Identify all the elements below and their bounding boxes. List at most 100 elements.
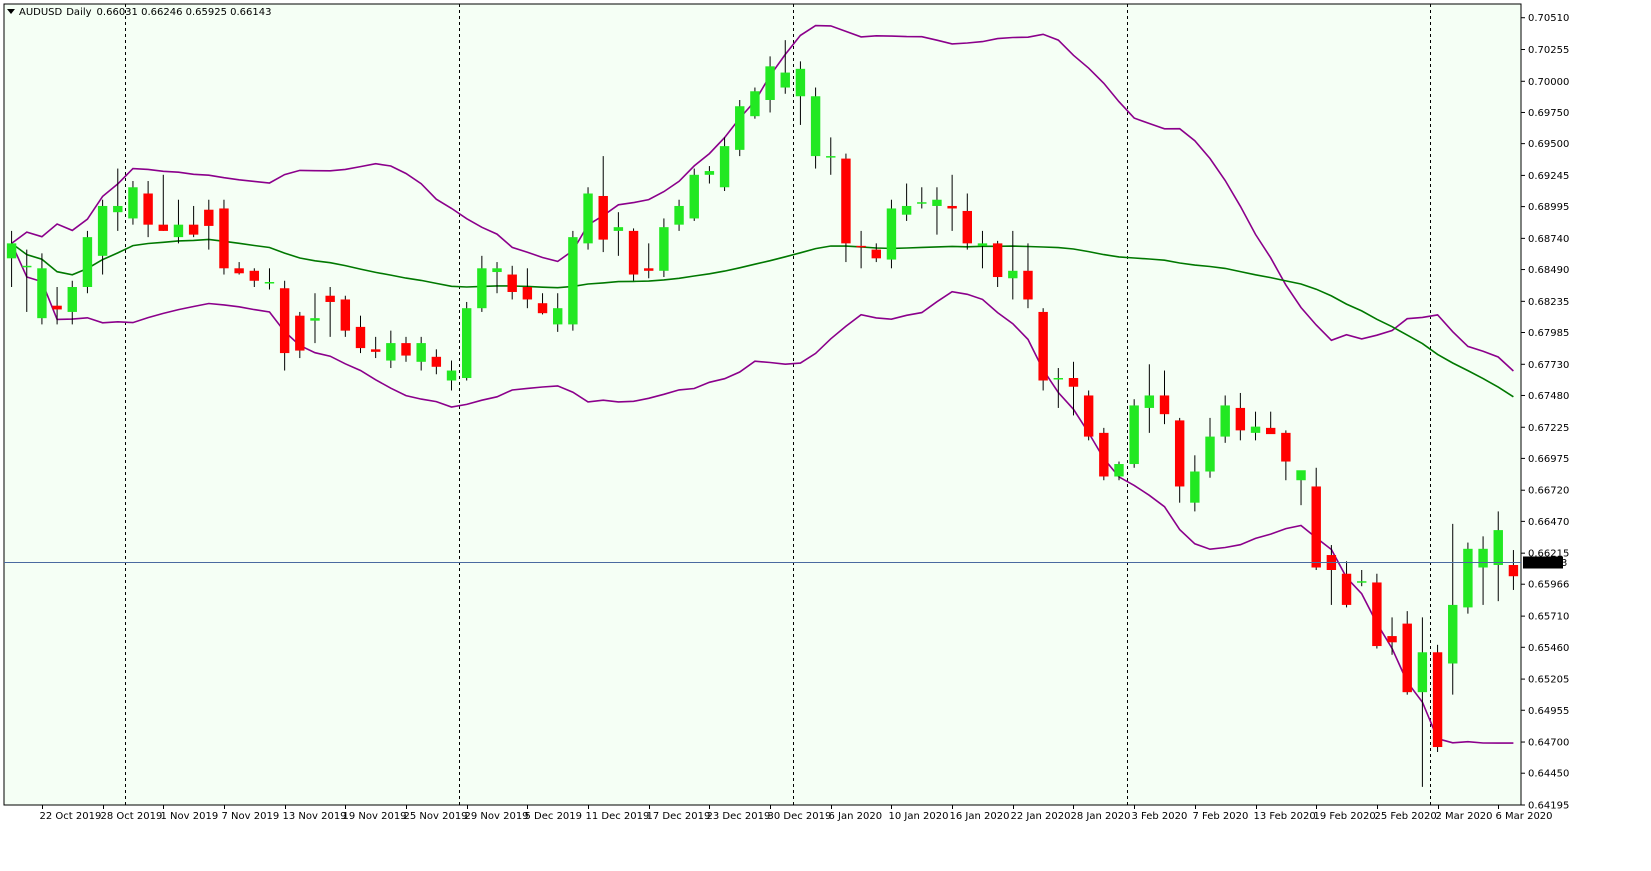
- candle[interactable]: [750, 87, 760, 119]
- candle-body-bull: [128, 187, 138, 219]
- candle-body-bull: [492, 268, 502, 273]
- candle-body-bear: [1083, 395, 1094, 437]
- candle[interactable]: [689, 168, 699, 221]
- candle-body-bear: [856, 245, 866, 248]
- y-tick-label: 0.67225: [1528, 423, 1569, 434]
- candle[interactable]: [1463, 542, 1473, 614]
- y-tick-label: 0.65710: [1528, 612, 1569, 623]
- y-tick-label: 0.69245: [1528, 171, 1569, 182]
- x-tick-label: 17 Dec 2019: [647, 811, 711, 822]
- candle-body-bear: [1068, 378, 1079, 387]
- candle-body-bull: [82, 237, 93, 287]
- candle-body-bear: [598, 195, 608, 240]
- candle-body-bear: [1402, 623, 1412, 693]
- candle-body-bear: [1038, 311, 1048, 381]
- y-tick-label: 0.66470: [1528, 517, 1569, 528]
- candle[interactable]: [82, 230, 93, 294]
- candle-body-bear: [1281, 432, 1291, 462]
- candle[interactable]: [735, 99, 745, 157]
- candle-body-bull: [1053, 378, 1064, 380]
- candle[interactable]: [219, 199, 229, 275]
- candle-body-bear: [537, 303, 548, 314]
- x-tick-label: 22 Jan 2020: [1011, 811, 1071, 822]
- candle-body-bear: [1265, 427, 1276, 435]
- candle-body-bear: [401, 343, 411, 356]
- x-tick-label: 6 Mar 2020: [1496, 811, 1553, 822]
- candle[interactable]: [1129, 399, 1139, 468]
- candle-body-bull: [1220, 405, 1230, 437]
- candle-body-bull: [310, 318, 320, 321]
- candle[interactable]: [1402, 611, 1412, 695]
- timeframe-label: Daily: [66, 7, 91, 18]
- candle[interactable]: [886, 199, 897, 269]
- candle-body-bull: [1190, 471, 1200, 503]
- y-tick-label: 0.67480: [1528, 391, 1569, 402]
- y-tick-label: 0.68995: [1528, 202, 1569, 213]
- candle-body-bear: [355, 326, 366, 349]
- y-tick-label: 0.66720: [1528, 486, 1569, 497]
- y-tick-label: 0.65205: [1528, 675, 1569, 686]
- candle-body-bull: [932, 199, 942, 206]
- candle-body-bull: [37, 268, 47, 319]
- candle-body-bear: [204, 209, 214, 226]
- candle-body-bear: [234, 268, 244, 274]
- x-tick-label: 28 Jan 2020: [1071, 811, 1131, 822]
- candle[interactable]: [461, 301, 472, 381]
- candle-body-bear: [947, 205, 957, 209]
- candle[interactable]: [628, 228, 639, 281]
- candle-body-bull: [1417, 652, 1428, 693]
- candle[interactable]: [659, 218, 669, 278]
- candle-body-bear: [295, 315, 305, 351]
- candle-body-bull: [901, 205, 912, 215]
- candle-body-bear: [1235, 407, 1246, 431]
- x-tick-label: 1 Nov 2019: [161, 811, 219, 822]
- y-tick-label: 0.66975: [1528, 454, 1569, 465]
- chart-window: 0.70510 0.70255 0.70000 0.69750 0.69500 0.692…: [0, 0, 1651, 871]
- candle-body-bull: [416, 343, 426, 362]
- candle-body-bear: [52, 305, 62, 310]
- candle-body-bull: [750, 91, 760, 117]
- x-tick-label: 19 Feb 2020: [1314, 811, 1376, 822]
- y-tick-label: 0.67985: [1528, 328, 1569, 339]
- candle-body-bear: [992, 243, 1003, 278]
- y-tick-label: 0.70255: [1528, 45, 1569, 56]
- plot-area[interactable]: [3, 3, 1522, 806]
- x-tick-label: 23 Dec 2019: [707, 811, 771, 822]
- candle[interactable]: [1083, 390, 1094, 441]
- y-tick-label: 0.67730: [1528, 360, 1569, 371]
- candle-body-bull: [1478, 548, 1488, 568]
- candle-body-bull: [704, 171, 715, 175]
- candle[interactable]: [1038, 308, 1048, 391]
- candle-body-bull: [1129, 405, 1139, 465]
- candle-body-bear: [158, 224, 168, 231]
- candle-body-bull: [795, 68, 806, 97]
- x-tick-label: 29 Nov 2019: [465, 811, 529, 822]
- candle-body-bull: [1114, 464, 1124, 477]
- candle-body-bull: [1493, 530, 1503, 566]
- candle[interactable]: [568, 230, 578, 331]
- candle[interactable]: [1099, 427, 1109, 481]
- x-tick-label: 11 Dec 2019: [586, 811, 650, 822]
- y-tick-label: 0.69500: [1528, 139, 1569, 150]
- candle-body-bull: [613, 227, 624, 231]
- x-tick-label: 25 Nov 2019: [404, 811, 468, 822]
- candle-body-bull: [886, 208, 897, 260]
- x-tick-label: 28 Oct 2019: [101, 811, 163, 822]
- candle-body-bear: [1311, 486, 1321, 568]
- x-tick-label: 16 Jan 2020: [950, 811, 1010, 822]
- candle-body-bull: [1144, 395, 1155, 408]
- candle-body-bear: [962, 210, 972, 244]
- candle[interactable]: [1372, 573, 1382, 649]
- candle-body-bull: [1357, 581, 1367, 583]
- candle[interactable]: [1432, 644, 1443, 753]
- y-tick-label: 0.69750: [1528, 108, 1569, 119]
- candle-body-bull: [22, 265, 32, 268]
- candle[interactable]: [128, 181, 138, 225]
- candle-body-bull: [97, 205, 108, 256]
- y-tick-label: 0.65460: [1528, 643, 1569, 654]
- x-tick-label: 13 Nov 2019: [283, 811, 347, 822]
- candle-body-bear: [340, 299, 351, 331]
- candle-body-bull: [461, 308, 472, 379]
- y-tick-label: 0.64700: [1528, 738, 1569, 749]
- candle[interactable]: [583, 187, 593, 250]
